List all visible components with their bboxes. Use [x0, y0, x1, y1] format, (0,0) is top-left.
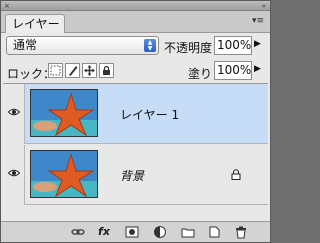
visibility-toggle[interactable] [3, 84, 25, 144]
eye-icon [8, 169, 20, 177]
layer-name: レイヤー 1 [120, 108, 180, 122]
lock-transparent-icon[interactable] [48, 63, 63, 78]
adjustment-layer-icon[interactable] [153, 225, 167, 239]
fill-field[interactable]: 100% [214, 61, 252, 80]
link-layers-icon[interactable] [71, 225, 85, 239]
layer-row-background[interactable]: 背景 [3, 145, 268, 205]
blend-mode-value: 通常 [13, 38, 38, 52]
delete-layer-icon[interactable] [234, 225, 248, 239]
opacity-slider-arrow-icon[interactable]: ▶ [254, 39, 261, 49]
fill-slider-arrow-icon[interactable]: ▶ [254, 64, 261, 74]
close-panel-icon[interactable]: × [4, 2, 10, 10]
lock-move-icon[interactable] [82, 63, 97, 78]
layers-toolbar: fx [1, 221, 270, 242]
add-mask-icon[interactable] [125, 225, 139, 239]
layer-thumbnail [30, 89, 98, 137]
collapse-panel-icon[interactable]: « [262, 2, 266, 10]
layer-name: 背景 [120, 169, 145, 183]
panel-menu-icon[interactable]: ▾≡ [252, 16, 264, 26]
visibility-toggle[interactable] [3, 145, 25, 205]
layer-lock-icon [231, 169, 241, 180]
blend-mode-select[interactable]: 通常 ▲ ▼ [6, 36, 159, 55]
lock-paint-icon[interactable] [65, 63, 80, 78]
tab-layers[interactable]: レイヤー [5, 14, 65, 33]
layer-style-fx-icon[interactable]: fx [97, 225, 111, 239]
layers-list: レイヤー 1 背景 [3, 83, 268, 221]
new-layer-icon[interactable] [207, 225, 221, 239]
lock-all-icon[interactable] [99, 63, 114, 78]
tab-row: レイヤー ▾≡ [1, 11, 270, 33]
opacity-field[interactable]: 100% [214, 36, 252, 55]
new-group-icon[interactable] [181, 225, 195, 239]
select-stepper-icon: ▲ ▼ [144, 39, 156, 52]
layers-panel: × « レイヤー ▾≡ 通常 ▲ ▼ 不透明度： 100% ▶ ロック： 塗り： … [0, 0, 271, 243]
layer-thumbnail [30, 150, 98, 198]
layer-row-1[interactable]: レイヤー 1 [3, 84, 268, 144]
panel-title-strip: × « [1, 1, 270, 11]
eye-icon [8, 108, 20, 116]
